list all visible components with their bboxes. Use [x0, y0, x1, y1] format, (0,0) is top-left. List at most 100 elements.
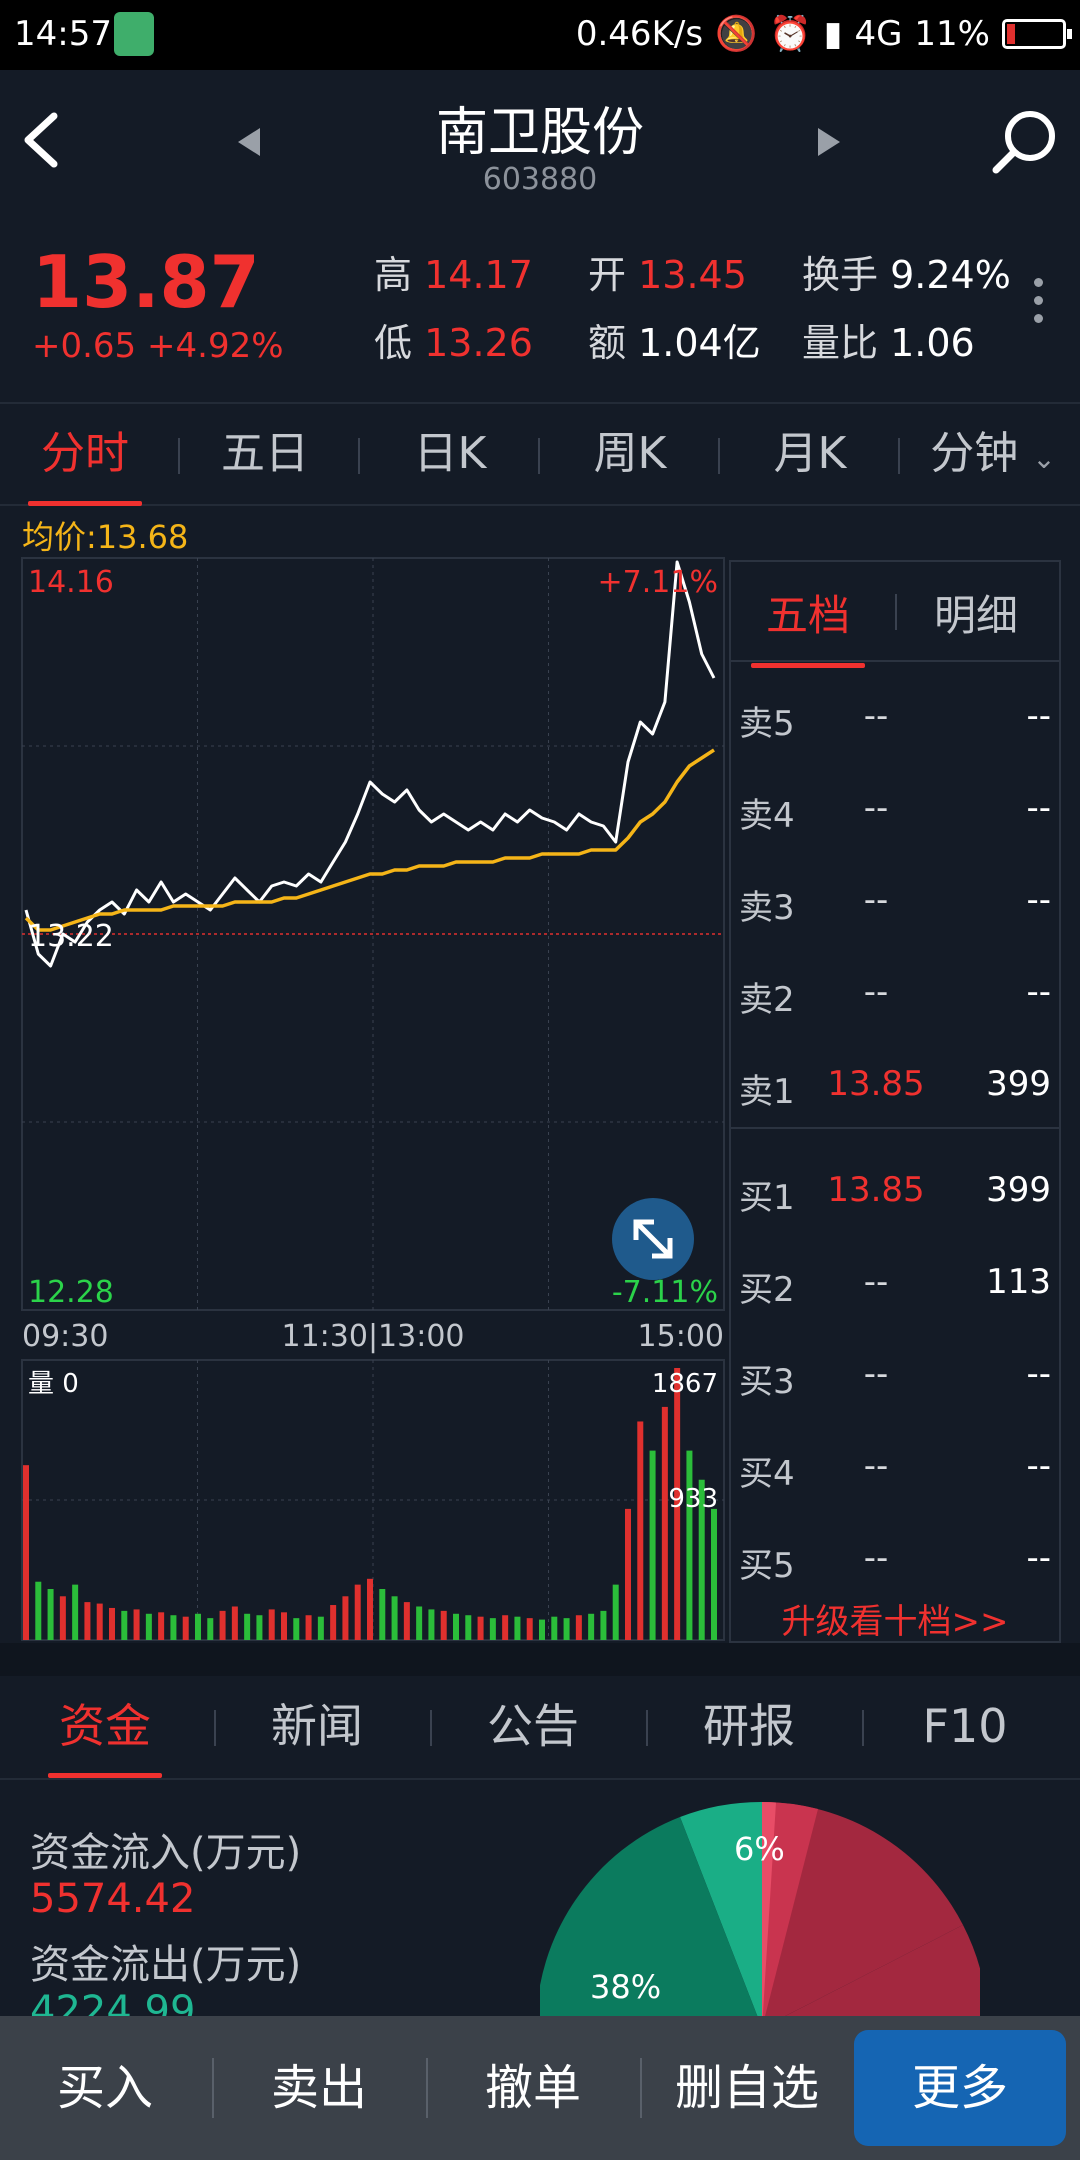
volume-bar	[612, 1584, 619, 1640]
tab-weekly-k[interactable]: 周K	[565, 404, 695, 506]
intraday-chart[interactable]: 14.16 +7.11% 13.22 12.28 -7.11% 09:30 11:30|13…	[0, 550, 728, 1645]
tab-daily-k[interactable]: 日K	[385, 404, 515, 506]
stock-code: 603880	[482, 162, 598, 197]
tab-f10[interactable]: F10	[900, 1676, 1030, 1778]
volume-bar	[84, 1602, 91, 1640]
price-line	[24, 560, 716, 968]
volume-bar	[244, 1613, 251, 1640]
inflow-label: 资金流入(万元)	[30, 1830, 302, 1876]
x-axis-end-label: 15:00	[638, 1319, 724, 1354]
status-indicators: 0.46K/s 🔕 ⏰ ▮ 4G 11%	[576, 14, 1072, 54]
amount-label: 额	[588, 321, 627, 365]
volume-bar	[637, 1421, 644, 1640]
tab-minute[interactable]: 分钟 ⌄	[918, 404, 1068, 506]
level-volume: --	[1026, 1538, 1051, 1578]
tab-news[interactable]: 新闻	[252, 1676, 382, 1778]
tab-label: 周K	[593, 428, 667, 479]
level-price: --	[863, 788, 889, 828]
fund-pie-chart: 6% 38%	[540, 1801, 980, 2016]
y-axis-max-pct-label: +7.11%	[598, 565, 718, 600]
volume-bar	[489, 1618, 496, 1640]
outflow-value: 4224.99	[30, 1988, 196, 2016]
buy-level-3: 买3 -- --	[731, 1344, 1059, 1404]
volume-bar	[354, 1584, 361, 1640]
tab-label: 公告	[487, 1699, 579, 1753]
level-price: --	[863, 1538, 889, 1578]
level-price: --	[863, 972, 889, 1012]
app-notification-icon	[114, 12, 154, 56]
volume-bar	[207, 1618, 214, 1640]
status-time: 14:57	[14, 14, 112, 54]
tab-intraday[interactable]: 分时	[20, 404, 150, 506]
order-book-divider	[731, 1127, 1059, 1129]
volume-bar	[391, 1596, 398, 1640]
sell-level-4: 卖4 -- --	[731, 778, 1059, 838]
change-amount: +0.65	[32, 326, 137, 366]
more-button[interactable]: 更多	[854, 2030, 1066, 2146]
level-label: 买5	[739, 1546, 795, 1586]
tab-detail[interactable]: 明细	[911, 582, 1041, 643]
stock-name: 南卫股份	[435, 103, 644, 163]
volume-bar	[403, 1602, 410, 1640]
volume-bar	[526, 1618, 533, 1640]
volume-bar	[649, 1450, 656, 1640]
tab-label: 分时	[41, 428, 129, 479]
low-stat: 低 13.26	[374, 312, 533, 367]
level-label: 卖5	[739, 704, 795, 744]
upgrade-ten-level-link[interactable]: 升级看十档>>	[731, 1594, 1059, 1643]
turnover-value: 9.24%	[890, 253, 1011, 297]
mute-icon: 🔕	[715, 14, 758, 54]
remove-watchlist-button[interactable]: 删自选	[642, 2016, 852, 2160]
tab-label: 新闻	[271, 1699, 363, 1753]
volume-bar	[35, 1581, 42, 1640]
volume-bar	[268, 1609, 275, 1640]
sell-button[interactable]: 卖出	[214, 2016, 424, 2160]
prev-close-label: 13.22	[28, 919, 114, 954]
cancel-order-button[interactable]: 撤单	[428, 2016, 638, 2160]
volume-bar	[47, 1589, 54, 1640]
volume-bar	[502, 1615, 509, 1640]
back-arrow-icon[interactable]	[14, 110, 74, 170]
open-value: 13.45	[638, 253, 747, 297]
tab-five-day[interactable]: 五日	[200, 404, 330, 506]
x-axis-mid-label: 11:30|13:00	[281, 1319, 464, 1354]
volume-bar	[317, 1616, 324, 1640]
price-change: +0.65 +4.92%	[32, 326, 284, 366]
low-label: 低	[374, 321, 413, 365]
volume-bar	[219, 1610, 226, 1640]
volume-bar	[145, 1613, 152, 1640]
fullscreen-button[interactable]	[612, 1198, 694, 1280]
more-vertical-icon[interactable]	[1034, 278, 1046, 328]
level-volume: 399	[986, 1170, 1051, 1210]
tab-five-level[interactable]: 五档	[743, 582, 873, 668]
volume-bar	[588, 1613, 595, 1640]
network-type: 4G	[854, 14, 903, 54]
high-label: 高	[374, 253, 413, 297]
buy-button[interactable]: 买入	[0, 2016, 210, 2160]
level-volume: 113	[986, 1262, 1051, 1302]
amount-value: 1.04亿	[638, 321, 761, 365]
order-book-tabs: 五档 明细	[731, 562, 1059, 668]
tab-funds[interactable]: 资金	[40, 1676, 170, 1778]
tab-research[interactable]: 研报	[684, 1676, 814, 1778]
volume-bar	[231, 1606, 238, 1640]
battery-icon	[1002, 19, 1072, 49]
level-label: 买1	[739, 1178, 795, 1218]
next-stock-icon[interactable]	[818, 128, 840, 156]
tab-label: 明细	[933, 591, 1018, 640]
tab-monthly-k[interactable]: 月K	[745, 404, 875, 506]
search-icon[interactable]	[990, 108, 1060, 178]
tab-label: 研报	[703, 1699, 795, 1753]
status-bar: 14:57 0.46K/s 🔕 ⏰ ▮ 4G 11%	[0, 0, 1080, 70]
volume-bar	[661, 1406, 668, 1640]
tab-announcements[interactable]: 公告	[468, 1676, 598, 1778]
level-volume: 399	[986, 1064, 1051, 1104]
volume-mid-label: 933	[668, 1484, 718, 1514]
previous-stock-icon[interactable]	[238, 128, 260, 156]
volume-bar	[305, 1615, 312, 1640]
volume-bar	[465, 1615, 472, 1640]
alarm-icon: ⏰	[769, 14, 812, 54]
level-label: 买4	[739, 1454, 795, 1494]
level-volume: --	[1026, 1446, 1051, 1486]
level-label: 卖4	[739, 796, 795, 836]
